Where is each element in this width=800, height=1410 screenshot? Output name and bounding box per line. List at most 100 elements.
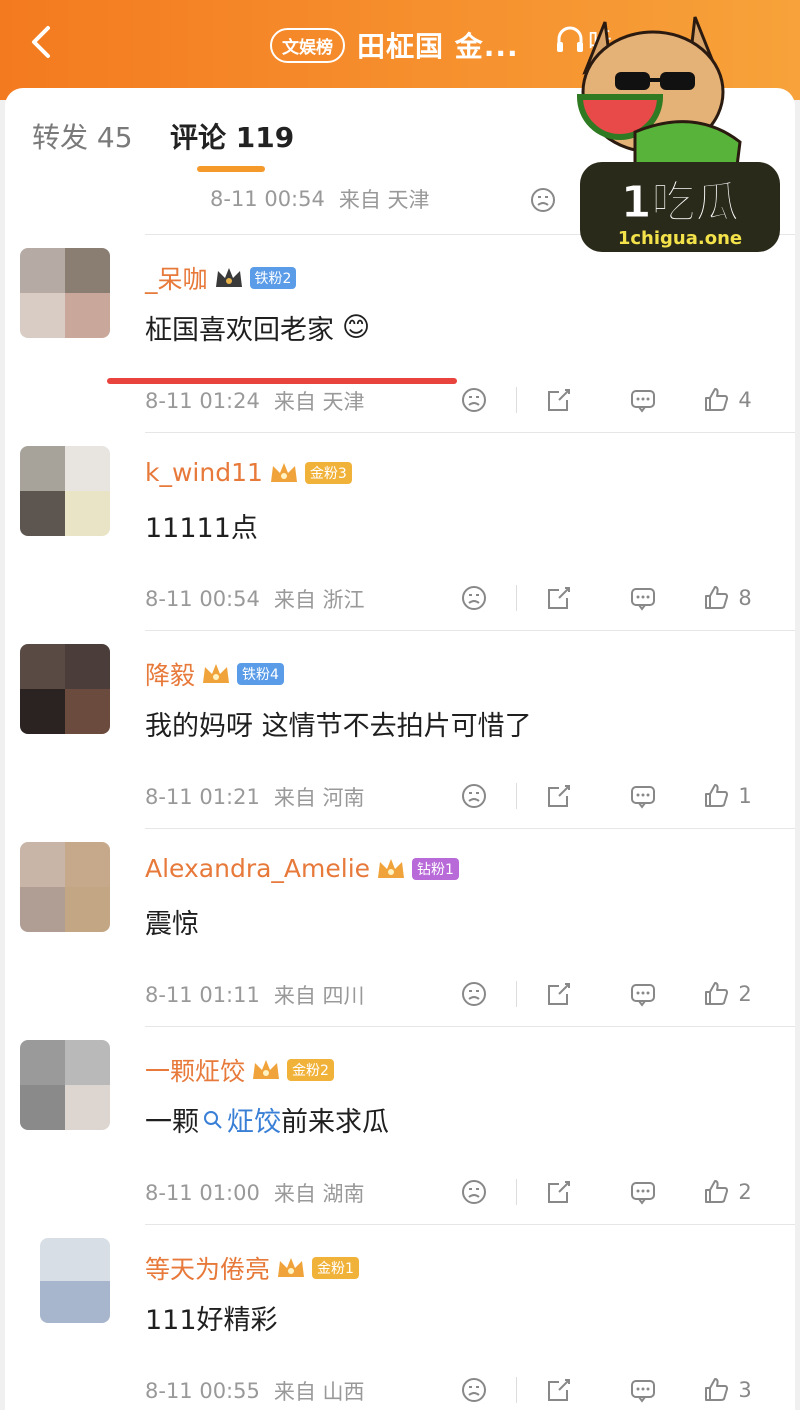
share-button[interactable] xyxy=(517,776,601,816)
dislike-button[interactable] xyxy=(432,1370,516,1410)
like-count: 1 xyxy=(738,784,752,808)
comment-location: 来自 天津 xyxy=(273,390,365,414)
like-count: 3 xyxy=(738,1378,752,1402)
crown-icon xyxy=(378,858,405,878)
share-icon xyxy=(548,587,570,609)
username-label: Alexandra_Amelie xyxy=(145,854,371,883)
like-icon xyxy=(705,388,729,411)
reply-button[interactable] xyxy=(601,974,685,1014)
divider xyxy=(145,432,795,433)
comment-icon xyxy=(631,390,655,413)
fan-badge: 金粉2 xyxy=(287,1059,334,1081)
comment-time: 8-11 00:54 xyxy=(145,587,260,611)
dislike-button[interactable] xyxy=(432,578,516,618)
reply-button[interactable] xyxy=(601,578,685,618)
comment-text: 我的妈呀 这情节不去拍片可惜了 xyxy=(145,704,532,743)
tab-forward[interactable]: 转发 45 xyxy=(32,116,133,156)
dislike-icon xyxy=(462,586,486,610)
comment-text: 111好精彩 xyxy=(145,1298,278,1337)
comment-actions: 3 xyxy=(432,1370,769,1410)
divider xyxy=(145,828,795,829)
like-button[interactable]: 1 xyxy=(685,776,769,816)
comment-icon xyxy=(631,588,655,611)
username-label: 降毅 xyxy=(145,661,196,690)
share-button[interactable] xyxy=(517,974,601,1014)
avatar[interactable] xyxy=(40,1238,110,1323)
comment-username[interactable]: 降毅 铁粉4 xyxy=(145,656,284,692)
share-icon xyxy=(548,1379,570,1401)
share-button[interactable] xyxy=(517,1370,601,1410)
comment-time: 8-11 01:00 xyxy=(145,1181,260,1205)
dislike-button[interactable] xyxy=(432,380,516,420)
share-button[interactable] xyxy=(517,578,601,618)
share-icon xyxy=(548,1181,570,1203)
like-button[interactable]: 2 xyxy=(685,974,769,1014)
username-label: k_wind11 xyxy=(145,458,263,487)
comment-username[interactable]: 等天为倦亮 金粉1 xyxy=(145,1250,359,1286)
comment-icon xyxy=(631,984,655,1007)
comment-location: 来自 山西 xyxy=(273,1380,365,1404)
share-icon xyxy=(548,389,570,411)
rank-badge[interactable]: 文娱榜 xyxy=(270,27,345,63)
comment-icon xyxy=(631,786,655,809)
like-count: 2 xyxy=(738,1180,752,1204)
crown-icon xyxy=(215,268,242,287)
comment-body: 柾国喜欢回老家 xyxy=(145,315,334,346)
comment-time: 8-11 01:11 xyxy=(145,983,260,1007)
dislike-icon xyxy=(462,1378,486,1402)
avatar[interactable] xyxy=(20,248,110,338)
avatar[interactable] xyxy=(20,644,110,734)
reply-button[interactable] xyxy=(601,380,685,420)
fan-badge: 钻粉1 xyxy=(412,857,459,880)
comment-username[interactable]: 一颗炡饺 金粉2 xyxy=(145,1052,334,1088)
dislike-button[interactable] xyxy=(501,180,585,220)
tab-comments[interactable]: 评论 119 xyxy=(170,116,294,156)
watermark-logo: 1吃瓜 1chigua.one xyxy=(575,12,785,262)
like-button[interactable]: 2 xyxy=(685,1172,769,1212)
like-button[interactable]: 8 xyxy=(685,578,769,618)
avatar[interactable] xyxy=(20,446,110,536)
list-item: k_wind11 金粉3 11111点 8-11 00:54 来自 浙江 8 xyxy=(5,438,795,636)
like-button[interactable]: 3 xyxy=(685,1370,769,1410)
dislike-button[interactable] xyxy=(432,1172,516,1212)
like-count: 2 xyxy=(738,982,752,1006)
reply-button[interactable] xyxy=(601,1172,685,1212)
watermark-url: 1chigua.one xyxy=(618,228,742,249)
comment-time: 8-11 00:55 xyxy=(145,1379,260,1403)
tab-active-indicator xyxy=(197,166,265,172)
avatar[interactable] xyxy=(20,1040,110,1130)
comment-username[interactable]: Alexandra_Amelie 钻粉1 xyxy=(145,854,459,883)
username-label: 一颗炡饺 xyxy=(145,1057,246,1086)
like-button[interactable]: 4 xyxy=(685,380,769,420)
list-item: Alexandra_Amelie 钻粉1 震惊 8-11 01:11 来自 四川… xyxy=(5,834,795,1032)
fan-badge: 金粉1 xyxy=(312,1257,359,1279)
crown-icon xyxy=(203,664,230,683)
comment-body-suffix: 前来求瓜 xyxy=(281,1107,389,1138)
list-item: 等天为倦亮 金粉1 111好精彩 8-11 00:55 来自 山西 3 xyxy=(5,1230,795,1410)
reply-button[interactable] xyxy=(601,1370,685,1410)
search-link[interactable]: 炡饺 xyxy=(203,1100,281,1139)
avatar[interactable] xyxy=(20,842,110,932)
comments-panel: 转发 45 评论 119 8-11 00:54 来自 天津 _呆咖 铁粉2 柾国… xyxy=(5,88,795,1410)
fan-badge: 铁粉4 xyxy=(237,663,284,685)
comment-username[interactable]: k_wind11 金粉3 xyxy=(145,458,352,487)
comment-text: 11111点 xyxy=(145,506,258,545)
reply-button[interactable] xyxy=(601,776,685,816)
back-icon[interactable] xyxy=(22,22,62,62)
share-icon xyxy=(548,983,570,1005)
emoji: 😊 xyxy=(342,312,371,343)
comment-actions xyxy=(501,180,585,220)
share-button[interactable] xyxy=(517,1172,601,1212)
dislike-button[interactable] xyxy=(432,974,516,1014)
share-button[interactable] xyxy=(517,380,601,420)
search-link-label: 炡饺 xyxy=(227,1107,281,1138)
divider xyxy=(145,630,795,631)
username-label: 等天为倦亮 xyxy=(145,1255,271,1284)
comment-actions: 8 xyxy=(432,578,769,618)
search-icon xyxy=(204,1110,222,1129)
dislike-button[interactable] xyxy=(432,776,516,816)
like-icon xyxy=(705,982,729,1005)
fan-badge: 金粉3 xyxy=(304,461,352,484)
comment-time: 8-11 01:21 xyxy=(145,785,260,809)
comment-username[interactable]: _呆咖 铁粉2 xyxy=(145,260,297,296)
